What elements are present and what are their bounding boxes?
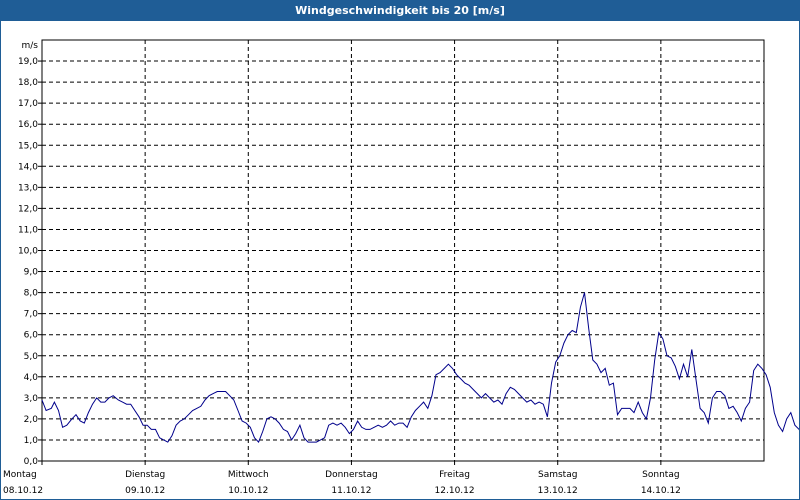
y-tick-label: 13,0 bbox=[18, 183, 38, 193]
y-axis-unit-label: m/s bbox=[22, 41, 39, 51]
y-tick-label: 10,0 bbox=[18, 247, 38, 257]
x-day-name-label: Dienstag bbox=[125, 470, 165, 480]
y-tick-label: 8,0 bbox=[24, 289, 39, 299]
y-tick-label: 7,0 bbox=[24, 310, 39, 320]
y-tick-labels: 0,0 1,0 2,0 3,0 4,0 5,0 6,0 7,0 8,0 9,0 10,0 11,0 12… bbox=[18, 57, 38, 467]
y-tick-label: 6,0 bbox=[24, 331, 39, 341]
x-day-name-label: Samstag bbox=[538, 470, 577, 480]
wind-speed-chart: 0,0 1,0 2,0 3,0 4,0 5,0 6,0 7,0 8,0 9,0 10,0 11,0 12… bbox=[3, 39, 799, 496]
y-tick-label: 16,0 bbox=[18, 120, 38, 130]
grid bbox=[42, 40, 764, 461]
x-day-name-label: Montag bbox=[3, 470, 37, 480]
wind-speed-series-line bbox=[41, 292, 799, 444]
x-day-date-label: 10.10.12 bbox=[228, 486, 268, 496]
chart-window: Windgeschwindigkeit bis 20 [m/s] 0,0 1,0 2… bbox=[0, 0, 800, 500]
x-day-name-label: Sonntag bbox=[642, 470, 679, 480]
y-tick-label: 14,0 bbox=[18, 162, 38, 172]
y-tick-label: 4,0 bbox=[24, 373, 39, 383]
window-title: Windgeschwindigkeit bis 20 [m/s] bbox=[1, 1, 799, 21]
x-day-date-label: 11.10.12 bbox=[331, 486, 371, 496]
x-day-name-label: Mittwoch bbox=[228, 470, 269, 480]
x-day-date-label: 13.10.12 bbox=[538, 486, 578, 496]
y-tick-label: 5,0 bbox=[24, 352, 39, 362]
x-day-date-label: 12.10.12 bbox=[435, 486, 475, 496]
y-tick-label: 9,0 bbox=[24, 268, 39, 278]
y-tick-label: 12,0 bbox=[18, 204, 38, 214]
y-tick-label: 17,0 bbox=[18, 99, 38, 109]
x-day-date-label: 09.10.12 bbox=[125, 486, 165, 496]
y-tick-label: 18,0 bbox=[18, 78, 38, 88]
y-tick-label: 15,0 bbox=[18, 141, 38, 151]
x-day-labels: Montag 08.10.12 Dienstag 09.10.12 Mittwoch 10… bbox=[3, 470, 681, 496]
x-day-name-label: Donnerstag bbox=[325, 470, 378, 480]
axes bbox=[38, 39, 765, 465]
y-tick-label: 3,0 bbox=[24, 394, 39, 404]
y-tick-label: 0,0 bbox=[24, 457, 39, 467]
x-day-name-label: Freitag bbox=[439, 470, 470, 480]
y-tick-label: 19,0 bbox=[18, 57, 38, 67]
x-day-date-label: 08.10.12 bbox=[3, 486, 43, 496]
y-tick-label: 1,0 bbox=[24, 436, 39, 446]
y-tick-label: 2,0 bbox=[24, 415, 39, 425]
x-day-date-label: 14.10.12 bbox=[641, 486, 681, 496]
y-tick-label: 11,0 bbox=[18, 225, 38, 235]
